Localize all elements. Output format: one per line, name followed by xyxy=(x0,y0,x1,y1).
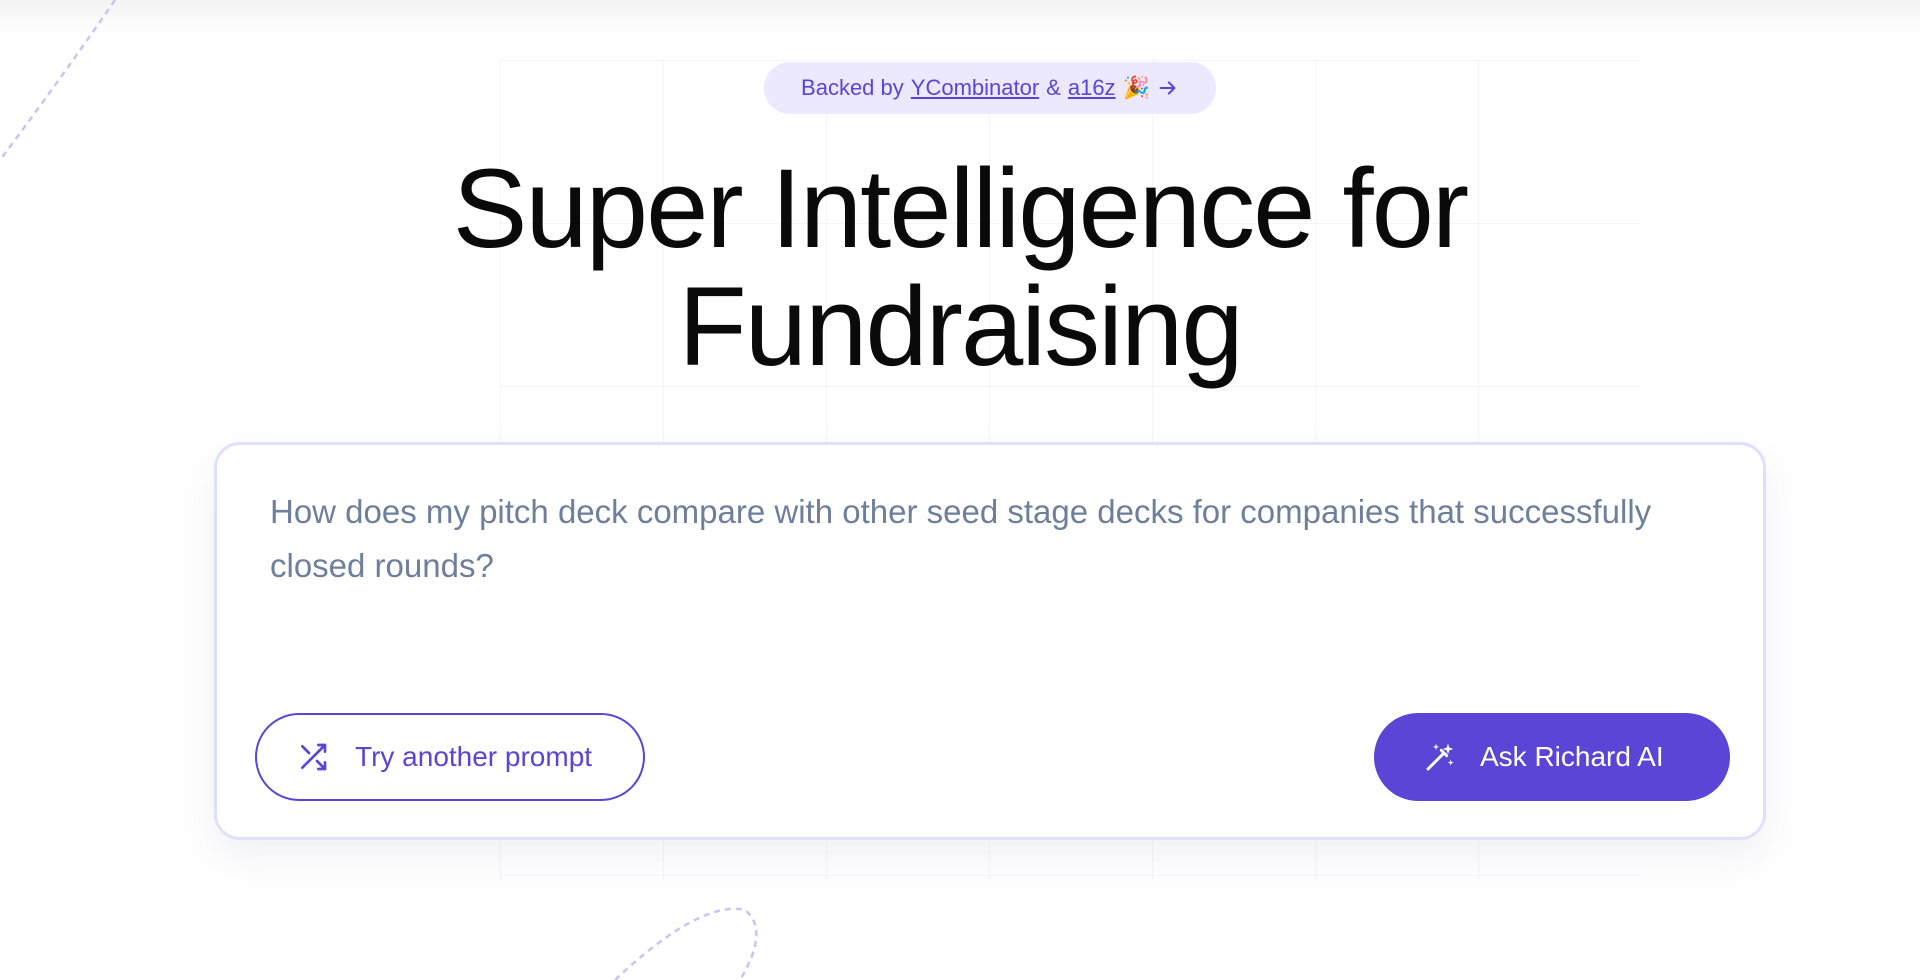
top-bar xyxy=(0,0,1920,36)
hero-title-line-1: Super Intelligence for xyxy=(452,146,1469,271)
prompt-card: How does my pitch deck compare with othe… xyxy=(214,442,1766,840)
landing-page: Backed by YCombinator & a16z 🎉 Super Int… xyxy=(0,0,1920,980)
prompt-input[interactable]: How does my pitch deck compare with othe… xyxy=(270,485,1670,593)
hero-title-line-2: Fundraising xyxy=(678,264,1243,389)
backers-badge[interactable]: Backed by YCombinator & a16z 🎉 xyxy=(764,62,1216,114)
party-popper-icon: 🎉 xyxy=(1122,75,1150,100)
arrow-right-icon[interactable] xyxy=(1157,77,1179,99)
badge-connector: & xyxy=(1046,75,1061,100)
ycombinator-link[interactable]: YCombinator xyxy=(911,75,1039,101)
ask-richard-ai-button[interactable]: Ask Richard AI xyxy=(1374,713,1730,801)
magic-wand-icon xyxy=(1426,743,1454,771)
badge-prefix: Backed by xyxy=(801,75,904,100)
shuffle-icon xyxy=(301,743,327,771)
ask-richard-ai-label: Ask Richard AI xyxy=(1480,741,1664,772)
try-another-prompt-button[interactable]: Try another prompt xyxy=(255,713,645,801)
hero-title: Super Intelligence for Fundraising xyxy=(0,150,1920,386)
a16z-link[interactable]: a16z xyxy=(1068,75,1116,101)
try-another-prompt-label: Try another prompt xyxy=(355,741,593,772)
